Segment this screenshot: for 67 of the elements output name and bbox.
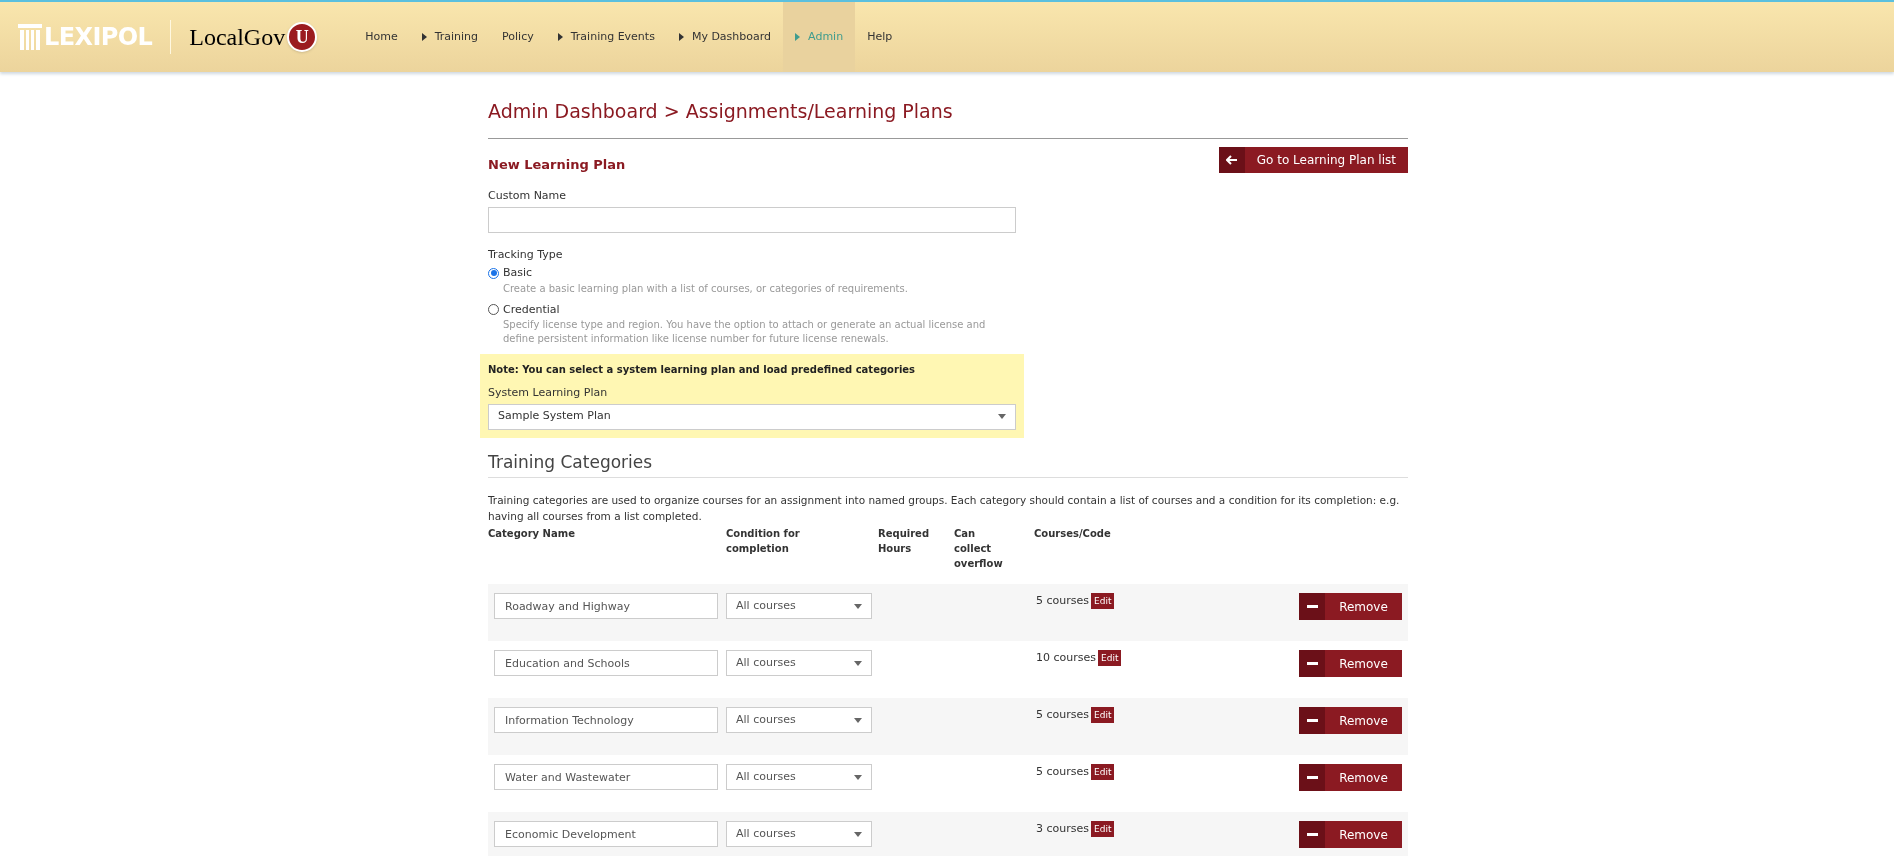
- breadcrumb-title: Admin Dashboard > Assignments/Learning Plans: [488, 97, 1408, 139]
- nav-link[interactable]: Policy: [490, 2, 546, 72]
- minus-icon: [1306, 662, 1318, 665]
- back-button[interactable]: Go to Learning Plan list: [1218, 147, 1408, 174]
- dropdown-caret-icon: [854, 717, 862, 723]
- condition-select[interactable]: All courses: [726, 593, 872, 619]
- dropdown-caret-icon: [854, 660, 862, 666]
- columns-logo-icon: [18, 24, 42, 50]
- nav-link[interactable]: Training Events: [545, 2, 667, 72]
- nav-link[interactable]: Help: [855, 2, 905, 72]
- minus-icon: [1306, 833, 1318, 836]
- edit-button[interactable]: Edit: [1091, 821, 1115, 838]
- course-count: 10 courses: [1036, 650, 1096, 666]
- left-arrow-icon: [1225, 155, 1238, 166]
- note-text: Note: You can select a system learning plan and load predefined categories: [488, 363, 917, 377]
- dropdown-caret-icon: [854, 603, 862, 609]
- field-label: Tracking Type: [488, 246, 564, 263]
- column-header: Category Name: [488, 527, 575, 541]
- course-count: 3 courses: [1036, 821, 1089, 837]
- column-header: Courses/Code: [1034, 527, 1111, 541]
- section-title: Training Categories: [488, 449, 1408, 478]
- edit-button[interactable]: Edit: [1091, 707, 1115, 724]
- column-header: Required Hours: [878, 527, 930, 556]
- logo-badge: U: [287, 22, 318, 52]
- category-name-field[interactable]: Roadway and Highway: [494, 593, 718, 619]
- product-logo-text: LocalGov: [189, 23, 286, 52]
- remove-button[interactable]: Remove: [1299, 593, 1402, 620]
- radio-label: Basic: [503, 265, 533, 281]
- course-count: 5 courses: [1036, 707, 1089, 723]
- category-name-field[interactable]: Economic Development: [494, 821, 718, 847]
- column-header: Condition for completion: [726, 527, 801, 556]
- option-description: Specify license type and region. You have the option to attach or generate an actual license and define persistent information like license number for future license renewals.: [503, 318, 987, 346]
- remove-button[interactable]: Remove: [1299, 821, 1402, 848]
- field-label: Custom Name: [488, 188, 568, 204]
- nav-link[interactable]: Home: [353, 2, 410, 72]
- nav-link[interactable]: Training: [409, 2, 491, 72]
- radio-label: Credential: [503, 301, 560, 318]
- course-count: 5 courses: [1036, 764, 1089, 780]
- minus-icon: [1306, 719, 1318, 722]
- field-label: System Learning Plan: [488, 385, 609, 401]
- section-description: Training categories are used to organize courses for an assignment into named groups. Each category should contain a list of courses and a condition for its completion: e.g. having all courses from a list completed.: [488, 493, 1401, 524]
- nav-link[interactable]: My Dashboard: [666, 2, 784, 72]
- brand-logo-text: LEXIPOL: [44, 22, 153, 53]
- system-plan-select[interactable]: Sample System Plan: [488, 403, 1016, 430]
- custom-name-field[interactable]: [488, 206, 1016, 233]
- condition-select[interactable]: All courses: [726, 707, 872, 733]
- minus-icon: [1306, 605, 1318, 608]
- dropdown-caret-icon: [854, 774, 862, 780]
- minus-icon: [1306, 776, 1318, 779]
- column-header: Can collect overflow: [954, 527, 1004, 571]
- remove-button[interactable]: Remove: [1299, 707, 1402, 734]
- category-name-field[interactable]: Information Technology: [494, 707, 718, 733]
- edit-button[interactable]: Edit: [1091, 593, 1115, 610]
- edit-button[interactable]: Edit: [1098, 650, 1122, 667]
- category-name-field[interactable]: Education and Schools: [494, 650, 718, 676]
- form-title: New Learning Plan: [488, 155, 626, 174]
- course-count: 5 courses: [1036, 593, 1089, 609]
- option-description: Create a basic learning plan with a list of courses, or categories of requirements.: [503, 281, 909, 296]
- remove-button[interactable]: Remove: [1299, 764, 1402, 791]
- category-name-field[interactable]: Water and Wastewater: [494, 764, 718, 790]
- remove-button[interactable]: Remove: [1299, 650, 1402, 677]
- condition-select[interactable]: All courses: [726, 650, 872, 676]
- edit-button[interactable]: Edit: [1091, 764, 1115, 781]
- dropdown-caret-icon: [998, 414, 1006, 419]
- condition-select[interactable]: All courses: [726, 821, 872, 847]
- dropdown-caret-icon: [854, 831, 862, 837]
- condition-select[interactable]: All courses: [726, 764, 872, 790]
